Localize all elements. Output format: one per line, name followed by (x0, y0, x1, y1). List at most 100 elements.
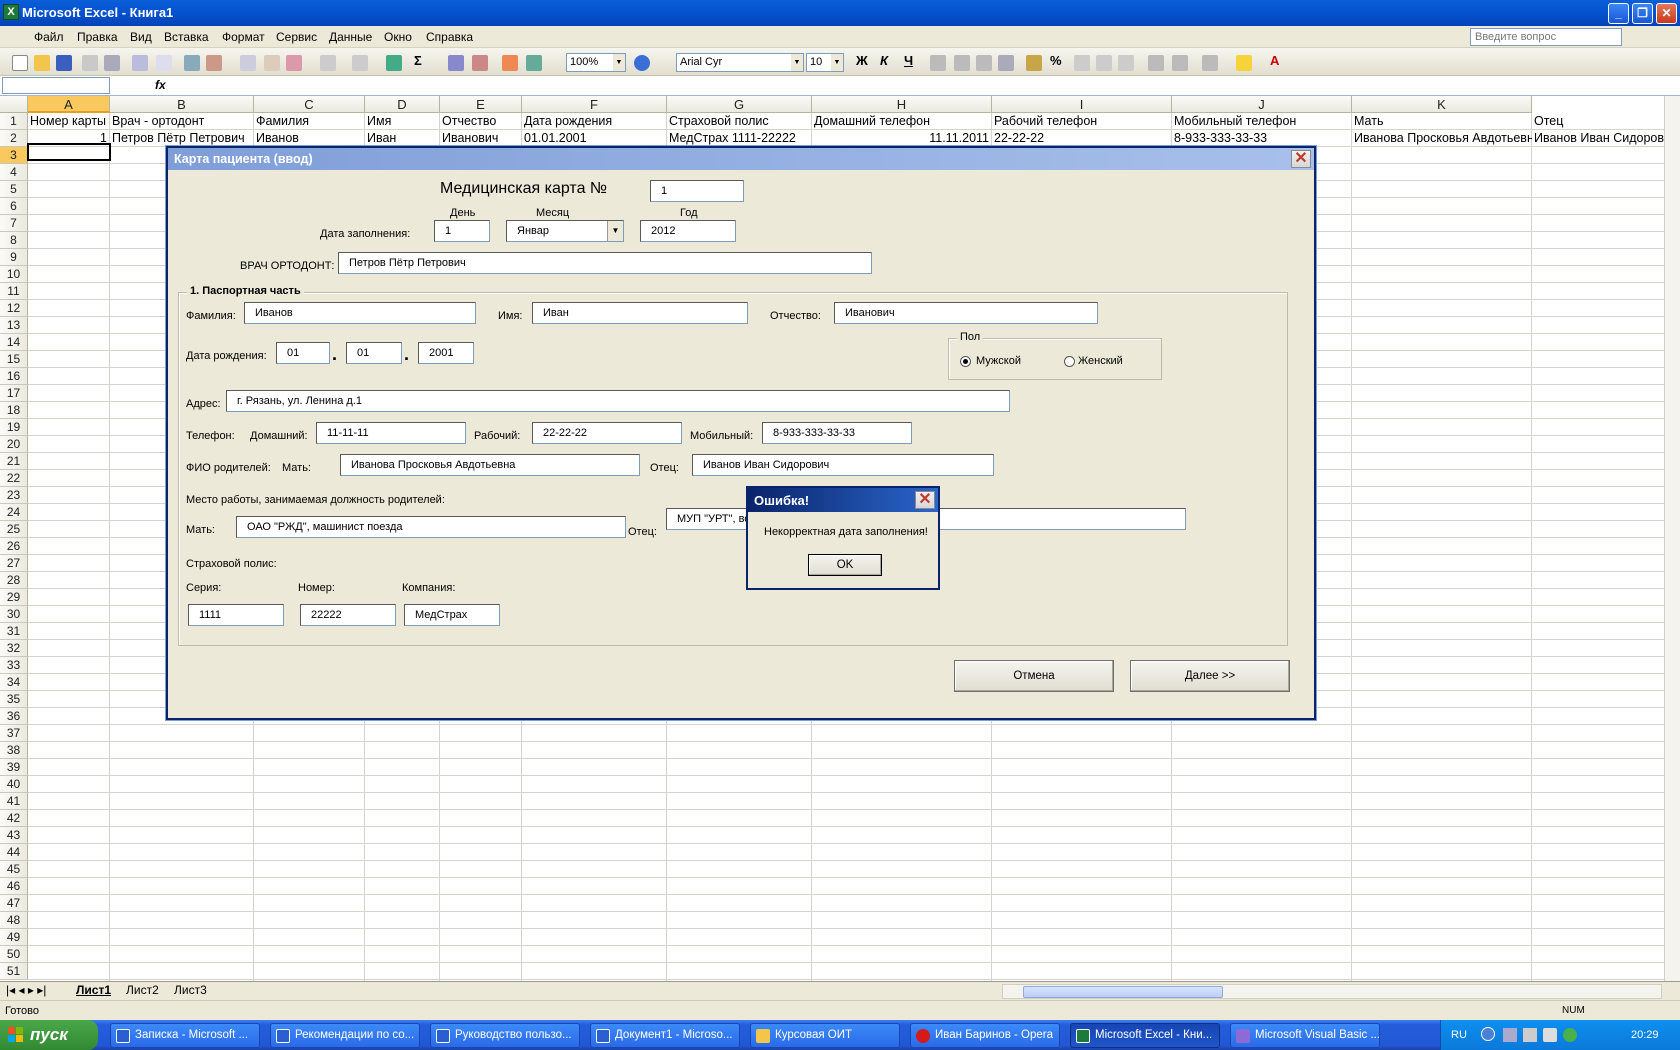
menu-edit[interactable]: Правка (77, 30, 118, 44)
fx-icon[interactable]: fx (155, 78, 166, 92)
birth-year-input[interactable]: 2001 (418, 342, 474, 364)
bold-button[interactable]: Ж (856, 53, 868, 68)
company-input[interactable]: МедСтрах (404, 604, 500, 626)
fill-color-icon[interactable] (1236, 55, 1252, 71)
row-header[interactable]: 16 (0, 368, 28, 385)
row-header[interactable]: 50 (0, 946, 28, 963)
new-icon[interactable] (12, 55, 28, 71)
table-cell[interactable]: Отец (1532, 113, 1664, 130)
table-cell[interactable]: Страховой полис (667, 113, 812, 130)
borders-icon[interactable] (1202, 55, 1218, 71)
align-center-icon[interactable] (954, 55, 970, 71)
address-input[interactable]: г. Рязань, ул. Ленина д.1 (226, 390, 1010, 412)
row-header[interactable]: 7 (0, 215, 28, 232)
menu-data[interactable]: Данные (329, 30, 372, 44)
help-icon[interactable] (634, 55, 650, 71)
column-header[interactable]: G (667, 96, 812, 113)
underline-button[interactable]: Ч (904, 53, 913, 68)
row-header[interactable]: 31 (0, 623, 28, 640)
row-header[interactable]: 44 (0, 844, 28, 861)
menu-window[interactable]: Окно (384, 30, 412, 44)
table-cell[interactable]: Петров Пётр Петрович (110, 130, 254, 147)
row-header[interactable]: 40 (0, 776, 28, 793)
start-button[interactable]: пуск (0, 1020, 98, 1050)
row-header[interactable]: 28 (0, 572, 28, 589)
cancel-button[interactable]: Отмена (954, 660, 1114, 692)
select-all-corner[interactable] (0, 96, 28, 113)
row-header[interactable]: 48 (0, 912, 28, 929)
row-header[interactable]: 42 (0, 810, 28, 827)
spelling-icon[interactable] (156, 55, 172, 71)
row-header[interactable]: 49 (0, 929, 28, 946)
row-header[interactable]: 36 (0, 708, 28, 725)
table-cell[interactable]: Иванова Просковья Авдотьевна (1352, 130, 1532, 147)
table-cell[interactable]: Отчество (440, 113, 522, 130)
table-cell[interactable]: 8-933-333-33-33 (1172, 130, 1352, 147)
font-size-select[interactable]: 10 ▼ (806, 53, 844, 72)
menu-insert[interactable]: Вставка (164, 30, 209, 44)
row-header[interactable]: 26 (0, 538, 28, 555)
sort-asc-icon[interactable] (448, 55, 464, 71)
row-header[interactable]: 38 (0, 742, 28, 759)
form-close-button[interactable]: ✕ (1291, 150, 1311, 168)
tab-scroll-icons[interactable]: |◂ ◂ ▸ ▸| (6, 983, 46, 997)
row-header[interactable]: 20 (0, 436, 28, 453)
row-header[interactable]: 1 (0, 113, 28, 130)
row-header[interactable]: 15 (0, 351, 28, 368)
sheet-tab-2[interactable]: Лист2 (126, 983, 159, 997)
work-phone-input[interactable]: 22-22-22 (532, 422, 682, 444)
percent-icon[interactable]: % (1050, 53, 1062, 68)
italic-button[interactable]: К (880, 53, 888, 68)
align-right-icon[interactable] (976, 55, 992, 71)
copy-icon[interactable] (240, 55, 256, 71)
task-vba[interactable]: Microsoft Visual Basic ... (1230, 1023, 1380, 1048)
menu-view[interactable]: Вид (130, 30, 152, 44)
row-header[interactable]: 14 (0, 334, 28, 351)
excel-icon[interactable]: X (3, 4, 19, 20)
row-header[interactable]: 12 (0, 300, 28, 317)
row-header[interactable]: 18 (0, 402, 28, 419)
row-header[interactable]: 47 (0, 895, 28, 912)
cut-icon[interactable] (206, 55, 222, 71)
merge-center-icon[interactable] (998, 55, 1014, 71)
row-header[interactable]: 3 (0, 147, 28, 164)
thousands-icon[interactable] (1074, 55, 1090, 71)
hyperlink-icon[interactable] (386, 55, 402, 71)
table-cell[interactable]: Врач - ортодонт (110, 113, 254, 130)
male-radio[interactable] (960, 356, 971, 367)
font-select[interactable]: Arial Cyr ▼ (676, 53, 804, 72)
menu-file[interactable]: Файл (34, 30, 64, 44)
home-phone-input[interactable]: 11-11-11 (316, 422, 466, 444)
column-header[interactable]: A (28, 96, 110, 113)
name-box[interactable] (2, 77, 110, 94)
row-header[interactable]: 45 (0, 861, 28, 878)
table-cell[interactable]: Рабочий телефон (992, 113, 1172, 130)
network-icon[interactable] (1523, 1028, 1537, 1042)
row-header[interactable]: 27 (0, 555, 28, 572)
row-header[interactable]: 11 (0, 283, 28, 300)
card-number-input[interactable]: 1 (650, 180, 744, 202)
column-header[interactable]: C (254, 96, 365, 113)
mother-job-input[interactable]: ОАО "РЖД", машинист поезда (236, 516, 626, 538)
network-icon[interactable] (1503, 1028, 1517, 1042)
row-header[interactable]: 51 (0, 963, 28, 980)
autosum-icon[interactable]: Σ (414, 53, 422, 68)
row-header[interactable]: 41 (0, 793, 28, 810)
open-icon[interactable] (34, 55, 50, 71)
row-header[interactable]: 37 (0, 725, 28, 742)
close-button[interactable]: ✕ (1656, 3, 1677, 24)
row-header[interactable]: 39 (0, 759, 28, 776)
row-header[interactable]: 8 (0, 232, 28, 249)
row-header[interactable]: 43 (0, 827, 28, 844)
scroll-thumb[interactable] (1023, 986, 1223, 998)
decrease-indent-icon[interactable] (1148, 55, 1164, 71)
fill-day-input[interactable]: 1 (434, 220, 490, 242)
row-header[interactable]: 35 (0, 691, 28, 708)
preview-icon[interactable] (132, 55, 148, 71)
row-header[interactable]: 10 (0, 266, 28, 283)
active-cell[interactable] (27, 143, 111, 161)
surname-input[interactable]: Иванов (244, 302, 476, 324)
name-input[interactable]: Иван (532, 302, 748, 324)
father-input[interactable]: Иванов Иван Сидорович (692, 454, 994, 476)
fill-month-select[interactable]: Январ ▼ (506, 220, 624, 242)
